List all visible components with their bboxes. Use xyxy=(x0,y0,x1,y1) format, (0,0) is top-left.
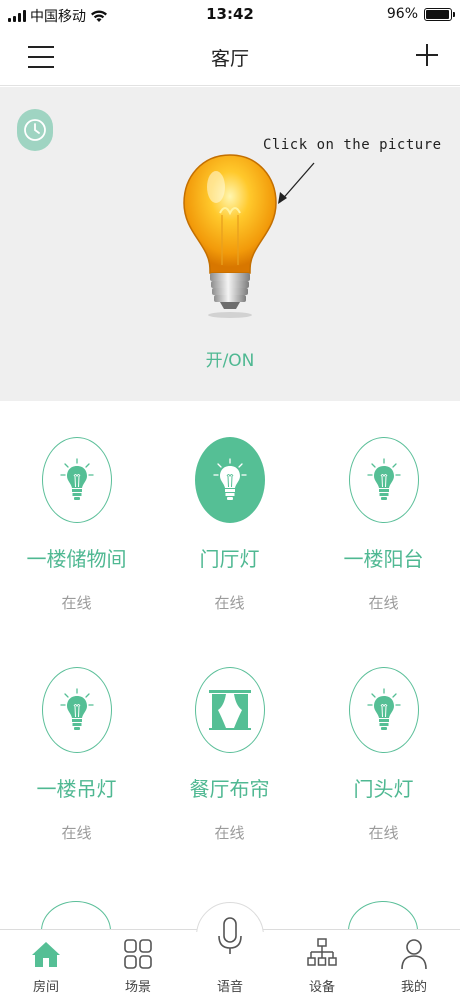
grid-icon xyxy=(124,939,152,969)
device-status: 在线 xyxy=(61,824,92,842)
device-status: 在线 xyxy=(368,824,399,842)
device-name: 门厅灯 xyxy=(199,547,260,571)
battery-percent: 96% xyxy=(386,6,418,22)
device-tile[interactable]: 一楼储物间 在线 xyxy=(0,401,153,631)
bottom-tab-bar: 房间 场景 语音 设备 我的 xyxy=(0,902,460,996)
tab-voice[interactable]: 语音 xyxy=(184,917,276,996)
light-bulb-image[interactable] xyxy=(182,153,278,323)
room-hero-panel: Click on the picture 开/ON xyxy=(0,87,460,401)
power-state-label[interactable]: 开/ON xyxy=(0,346,460,371)
tab-label: 房间 xyxy=(32,980,59,995)
device-status: 在线 xyxy=(61,594,92,612)
tab-label: 场景 xyxy=(124,980,151,995)
device-tile[interactable]: 一楼吊灯 在线 xyxy=(0,631,153,861)
device-icon-partial[interactable] xyxy=(348,901,418,929)
device-name: 一楼吊灯 xyxy=(36,777,117,801)
hint-text: Click on the picture xyxy=(263,137,442,153)
battery-fill xyxy=(426,9,450,19)
device-status: 在线 xyxy=(368,594,399,612)
device-grid: 一楼储物间 在线 门厅灯 在线 一楼阳台 在线 一楼吊灯 在线 餐厅布帘 在线 门头灯 在线 xyxy=(0,401,460,929)
tab-scenes[interactable]: 场景 xyxy=(92,930,184,996)
tab-label: 设备 xyxy=(308,980,335,995)
device-tile[interactable]: 一楼阳台 在线 xyxy=(307,401,460,631)
device-tile[interactable]: 门厅灯 在线 xyxy=(153,401,306,631)
tab-profile[interactable]: 我的 xyxy=(368,930,460,996)
clock-icon[interactable] xyxy=(17,109,53,151)
page-title: 客厅 xyxy=(210,48,249,70)
navigation-header: 客厅 xyxy=(0,30,460,86)
tab-devices[interactable]: 设备 xyxy=(276,930,368,996)
tab-label: 我的 xyxy=(400,980,427,995)
microphone-icon xyxy=(218,917,242,954)
user-icon xyxy=(401,939,427,970)
curtain-icon[interactable] xyxy=(194,667,265,753)
bulb-icon[interactable] xyxy=(348,667,419,753)
device-name: 一楼储物间 xyxy=(26,547,127,571)
tab-rooms[interactable]: 房间 xyxy=(0,930,92,996)
home-icon xyxy=(32,942,60,967)
device-tile[interactable]: 餐厅布帘 在线 xyxy=(153,631,306,861)
plus-icon[interactable] xyxy=(416,44,438,66)
device-icon-partial[interactable] xyxy=(41,901,111,929)
bulb-icon[interactable] xyxy=(41,437,112,523)
bulb-icon[interactable] xyxy=(194,437,265,523)
device-name: 一楼阳台 xyxy=(343,547,424,571)
bulb-icon[interactable] xyxy=(41,667,112,753)
device-status: 在线 xyxy=(214,594,245,612)
device-tree-icon xyxy=(307,938,337,966)
status-bar: 中国移动 13:42 96% xyxy=(0,0,460,30)
bulb-icon[interactable] xyxy=(348,437,419,523)
battery-icon xyxy=(424,7,455,21)
device-name: 门头灯 xyxy=(353,777,414,801)
device-status: 在线 xyxy=(214,824,245,842)
device-tile[interactable]: 门头灯 在线 xyxy=(307,631,460,861)
device-name: 餐厅布帘 xyxy=(189,777,270,801)
tab-label: 语音 xyxy=(216,980,243,995)
status-right: 96% xyxy=(386,6,455,22)
